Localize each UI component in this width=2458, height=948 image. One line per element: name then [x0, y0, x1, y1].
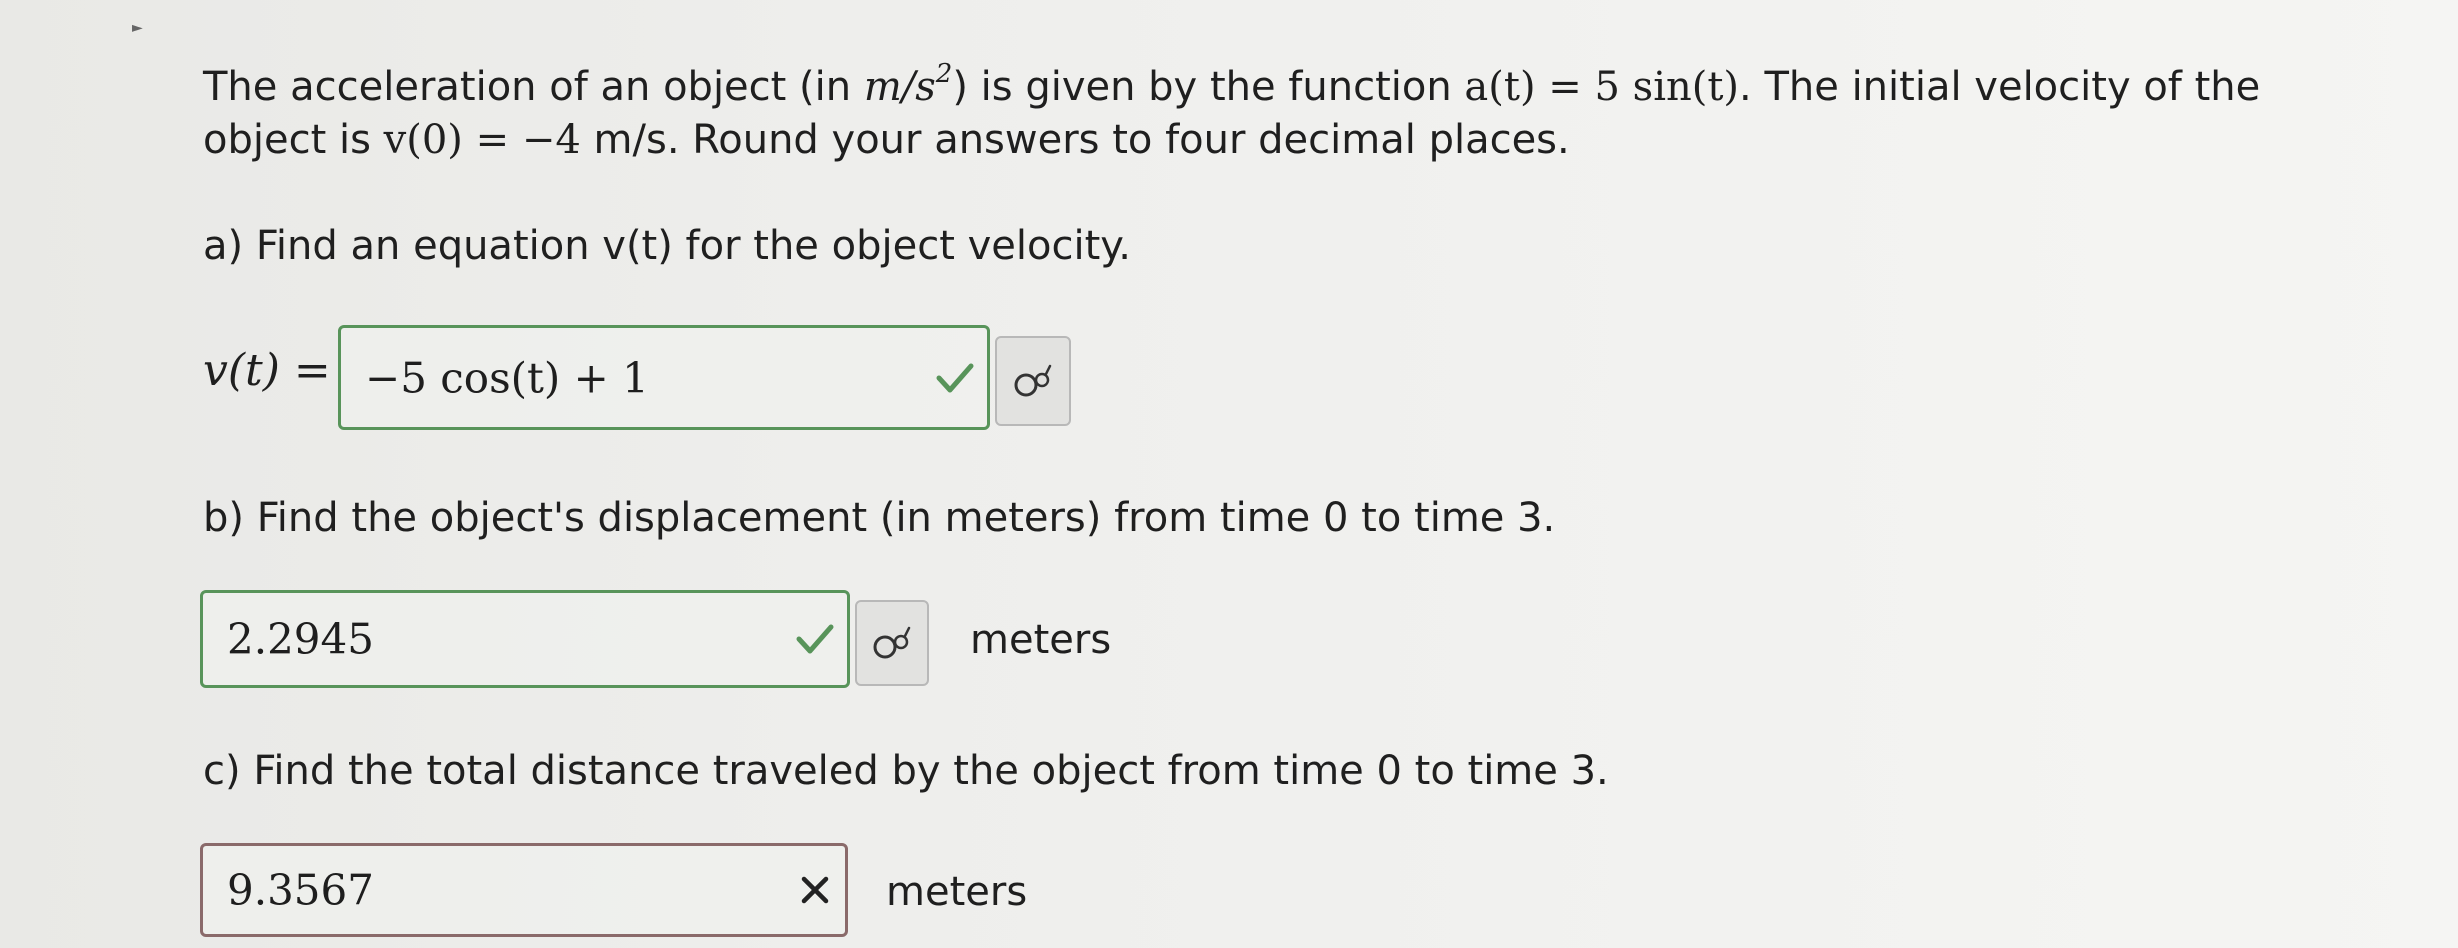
formula-preview-icon — [873, 626, 911, 659]
part-a-preview-button[interactable] — [995, 336, 1071, 426]
problem-statement-line2: object is v(0) = −4 m/s. Round your answ… — [203, 114, 1570, 166]
unit-expression: m/s2 — [863, 59, 952, 110]
question-page: ► The acceleration of an object (in m/s2… — [0, 0, 2458, 948]
statement-text: The acceleration of an object (in — [203, 64, 864, 110]
statement-text: object is — [203, 117, 384, 163]
statement-text: . The initial velocity of the — [1739, 64, 2261, 110]
statement-text: ) is given by the function — [952, 64, 1465, 110]
part-b-preview-button[interactable] — [855, 600, 929, 686]
part-b-question: b) Find the object's displacement (in me… — [203, 495, 1556, 541]
part-b-answer-value: 2.2945 — [227, 614, 374, 664]
corner-marker: ► — [132, 20, 143, 36]
incorrect-x-icon — [801, 876, 829, 904]
part-b-unit-label: meters — [970, 617, 1112, 663]
unit-exponent: 2 — [935, 59, 953, 89]
statement-text: m/s. Round your answers to four decimal … — [580, 117, 1570, 163]
problem-statement-line1: The acceleration of an object (in m/s2) … — [203, 48, 2260, 113]
part-c-unit-label: meters — [886, 869, 1028, 915]
part-b-answer-field[interactable]: 2.2945 — [200, 590, 850, 688]
correct-check-icon — [796, 624, 834, 654]
acceleration-function: a(t) = 5 sin(t) — [1464, 64, 1740, 110]
initial-velocity-expression: v(0) = −4 — [383, 117, 581, 163]
formula-preview-icon — [1014, 364, 1052, 397]
part-a-question: a) Find an equation v(t) for the object … — [203, 223, 1131, 269]
part-a-answer-field[interactable]: −5 cos(t) + 1 — [338, 325, 990, 430]
correct-check-icon — [936, 363, 974, 392]
velocity-lhs-label: v(t) = — [203, 345, 331, 396]
part-c-answer-field[interactable]: 9.3567 — [200, 843, 848, 937]
unit-base: m/s — [863, 64, 936, 110]
part-a-answer-value: −5 cos(t) + 1 — [365, 353, 649, 402]
part-c-answer-value: 9.3567 — [227, 865, 374, 915]
part-c-question: c) Find the total distance traveled by t… — [203, 748, 1609, 794]
